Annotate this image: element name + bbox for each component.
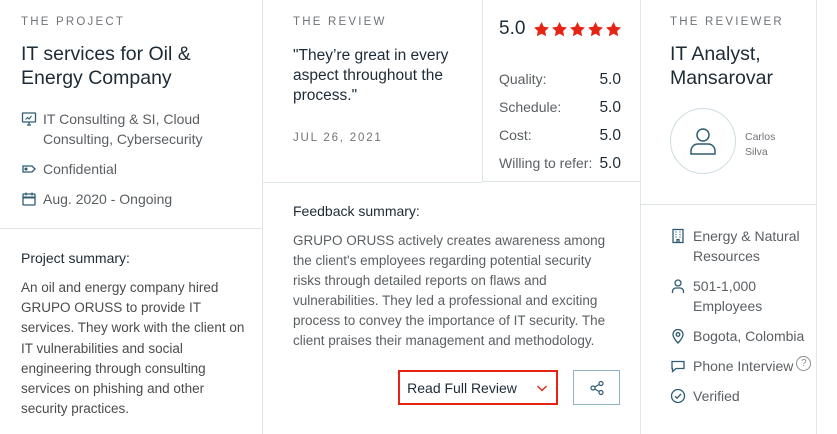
rating-value: 5.0 bbox=[599, 99, 621, 116]
tag-icon bbox=[21, 161, 37, 177]
chevron-down-icon bbox=[536, 385, 547, 391]
project-column: THE PROJECT IT services for Oil & Energy… bbox=[0, 0, 263, 434]
reviewer-review-type-label: Phone Interview bbox=[693, 358, 794, 374]
project-title: IT services for Oil & Energy Company bbox=[21, 42, 256, 90]
feedback-summary-label: Feedback summary: bbox=[293, 203, 420, 219]
calendar-icon bbox=[21, 191, 37, 207]
rating-value: 5.0 bbox=[599, 127, 621, 144]
project-summary-label: Project summary: bbox=[21, 250, 130, 266]
star-icon bbox=[534, 21, 550, 36]
reviewer-title-line2: Mansarovar bbox=[670, 67, 773, 89]
reviewer-column: THE REVIEWER IT Analyst, Mansarovar Carl… bbox=[641, 0, 817, 434]
rating-cost: Cost: 5.0 bbox=[499, 127, 621, 145]
review-column: THE REVIEW "They’re great in every aspec… bbox=[263, 0, 641, 434]
project-dates-label: Aug. 2020 - Ongoing bbox=[43, 191, 173, 207]
reviewer-verified-label: Verified bbox=[693, 388, 740, 404]
reviewer-title: IT Analyst, Mansarovar bbox=[670, 42, 815, 90]
reviewer-location: Bogota, Colombia bbox=[670, 326, 804, 346]
building-icon bbox=[670, 228, 686, 244]
rating-schedule: Schedule: 5.0 bbox=[499, 99, 621, 117]
reviewer-industry-line1: Energy & Natural bbox=[693, 228, 800, 244]
rating-label: Schedule: bbox=[499, 99, 562, 115]
overall-rating: 5.0 bbox=[499, 18, 622, 40]
overall-score: 5.0 bbox=[499, 18, 526, 39]
reviewer-name-line2: Silva bbox=[745, 146, 768, 158]
reviewer-name: Carlos Silva bbox=[745, 130, 805, 160]
rating-quality: Quality: 5.0 bbox=[499, 71, 621, 89]
project-services-line2: Consulting, Cybersecurity bbox=[43, 131, 203, 147]
star-icon bbox=[570, 21, 586, 36]
review-eyebrow: THE REVIEW bbox=[293, 16, 387, 28]
rating-value: 5.0 bbox=[599, 71, 621, 88]
feedback-summary-text: GRUPO ORUSS actively creates awareness a… bbox=[293, 233, 606, 348]
help-icon[interactable]: ? bbox=[796, 356, 812, 371]
review-date: JUL 26, 2021 bbox=[293, 132, 383, 144]
reviewer-verified: Verified bbox=[670, 386, 740, 406]
project-title-line2: Energy Company bbox=[21, 67, 172, 89]
person-icon bbox=[670, 278, 686, 294]
reviewer-title-line1: IT Analyst, bbox=[670, 43, 761, 65]
review-quote: "They’re great in every aspect throughou… bbox=[293, 47, 449, 104]
project-divider bbox=[0, 228, 263, 229]
reviewer-location-label: Bogota, Colombia bbox=[693, 328, 805, 344]
read-full-review-label: Read Full Review bbox=[407, 379, 517, 396]
project-services-line1: IT Consulting & SI, Cloud bbox=[43, 111, 200, 127]
reviewer-company-size: 501-1,000 Employees bbox=[670, 276, 762, 316]
rating-label: Cost: bbox=[499, 127, 532, 143]
rating-label: Willing to refer: bbox=[499, 155, 593, 171]
avatar bbox=[670, 108, 736, 174]
star-icon bbox=[552, 21, 568, 36]
reviewer-name-line1: Carlos bbox=[745, 131, 776, 143]
project-budget-label: Confidential bbox=[43, 161, 117, 177]
reviewer-eyebrow: THE REVIEWER bbox=[670, 16, 784, 28]
read-full-review-button[interactable]: Read Full Review bbox=[398, 370, 558, 405]
rating-label: Quality: bbox=[499, 71, 547, 87]
share-icon bbox=[589, 380, 604, 395]
location-pin-icon bbox=[670, 328, 686, 344]
project-budget: Confidential bbox=[21, 159, 117, 179]
reviewer-size-line2: Employees bbox=[693, 298, 763, 314]
ratings-panel: 5.0 Quality: 5.0 Schedule: 5.0 Cost: 5.0… bbox=[482, 0, 641, 182]
reviewer-divider bbox=[641, 204, 817, 205]
star-icon bbox=[606, 21, 622, 36]
share-button[interactable] bbox=[573, 370, 620, 405]
check-circle-icon bbox=[670, 388, 686, 404]
user-icon bbox=[690, 128, 716, 155]
reviewer-size-line1: 501-1,000 bbox=[693, 278, 757, 294]
project-dates: Aug. 2020 - Ongoing bbox=[21, 189, 172, 209]
project-title-line1: IT services for Oil & bbox=[21, 43, 191, 65]
project-summary-text: An oil and energy company hired GRUPO OR… bbox=[21, 280, 245, 417]
chat-bubble-icon bbox=[670, 358, 686, 374]
project-eyebrow: THE PROJECT bbox=[21, 16, 126, 28]
star-icon bbox=[588, 21, 604, 36]
project-services: IT Consulting & SI, Cloud Consulting, Cy… bbox=[21, 109, 203, 149]
reviewer-industry: Energy & Natural Resources bbox=[670, 226, 800, 266]
star-rating bbox=[533, 21, 622, 38]
rating-value: 5.0 bbox=[599, 155, 621, 172]
monitor-icon bbox=[21, 111, 37, 127]
review-divider bbox=[263, 182, 482, 183]
reviewer-review-type: Phone Interview ? bbox=[670, 356, 812, 376]
rating-willing-to-refer: Willing to refer: 5.0 bbox=[499, 155, 621, 173]
reviewer-industry-line2: Resources bbox=[693, 248, 760, 264]
